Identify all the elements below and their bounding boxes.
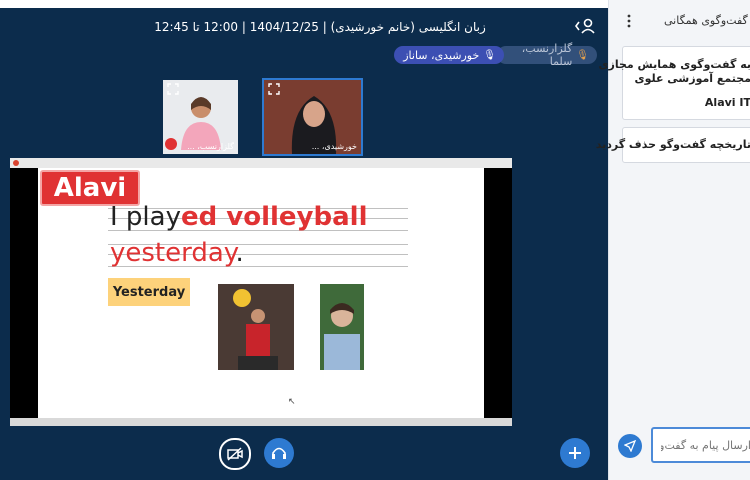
volleyball-player-photo [218, 284, 294, 370]
mic-muted-icon: 🎙 [576, 49, 589, 61]
screenshare-area[interactable]: Alavi I played volleyball yesterday. Yes… [10, 158, 512, 426]
expand-icon[interactable] [268, 83, 280, 95]
webcam-name-2: خورشیدی، ... [311, 142, 357, 151]
chat-welcome-message: به گفت‌وگوی همایش مجازی مجتمع آموزشی علو… [598, 46, 750, 120]
slide-logo: Alavi [40, 170, 140, 206]
webcam-name-1: گلزارنسب، ... [187, 142, 234, 151]
webcam-tile-2[interactable]: خورشیدی، ... [262, 78, 363, 156]
student-video [181, 97, 221, 150]
chat-message-input[interactable] [651, 427, 750, 463]
expand-icon[interactable] [167, 83, 179, 95]
app-icon [13, 160, 19, 166]
headphones-icon [272, 447, 286, 459]
slide-label-box: Yesterday [108, 278, 190, 306]
send-icon [624, 440, 636, 452]
more-options-icon[interactable] [624, 14, 634, 28]
actions-menu-button[interactable] [560, 438, 590, 468]
boy-photo [320, 284, 364, 370]
chat-cleared-message: تاریخچه گفت‌وگو حذف گردید [596, 127, 750, 163]
camera-off-icon [227, 447, 243, 461]
presentation-slide: Alavi I played volleyball yesterday. Yes… [38, 168, 484, 418]
user-list-toggle[interactable] [570, 15, 600, 37]
top-strip [0, 0, 608, 8]
presenter-badge-2[interactable]: 🎙 خورشیدی، ساناز [394, 46, 504, 64]
chat-title: گفت‌وگوی همگانی [664, 14, 748, 27]
send-message-button[interactable] [618, 434, 642, 458]
mute-indicator-icon [165, 138, 177, 150]
user-icon [575, 18, 595, 34]
meeting-title: زبان انگلیسی (خانم خورشیدی) | 1404/12/25… [154, 20, 486, 34]
pointer-cursor-icon: ↖ [288, 397, 296, 407]
mic-icon: 🎙 [483, 49, 496, 61]
slide-word-yesterday: yesterday. [110, 238, 244, 268]
shared-window-statusbar [10, 418, 512, 426]
slide-sentence: I played volleyball [110, 202, 368, 232]
presenter-badge-1[interactable]: 🎙 گلزارنسب، سلما [497, 42, 597, 68]
plus-icon [569, 447, 581, 459]
shared-window-titlebar [10, 158, 512, 168]
audio-button[interactable] [264, 438, 294, 468]
share-webcam-button[interactable] [219, 438, 251, 470]
